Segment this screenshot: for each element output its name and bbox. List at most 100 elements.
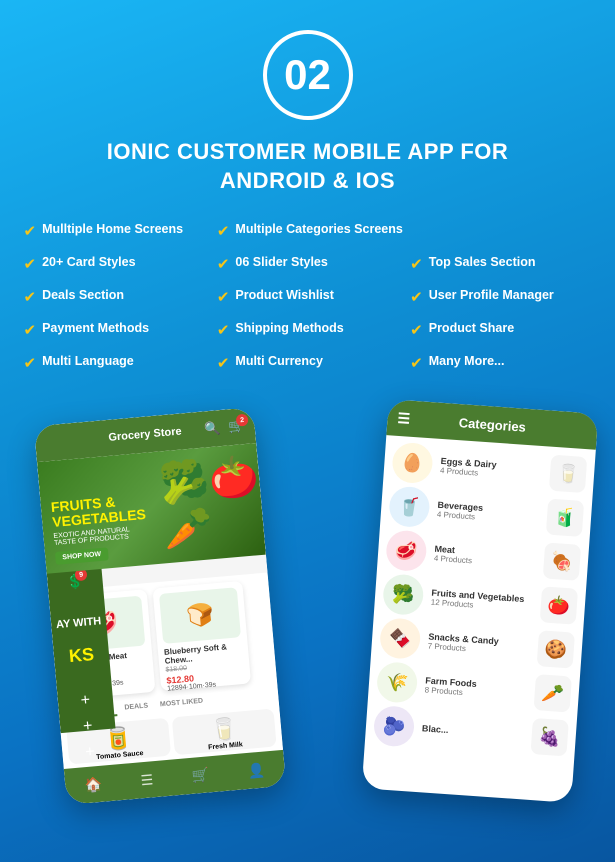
feature-item-11: ✔ Shipping Methods: [211, 316, 404, 343]
gs-banner-text: FRUITS &VEGETABLES EXOTIC AND NATURALTAS…: [40, 483, 160, 573]
badge-number: 02: [284, 51, 331, 99]
feature-text-12: Product Share: [429, 320, 514, 336]
cat-right-farm: 🥕: [534, 674, 572, 712]
check-icon-6: ✔: [410, 255, 423, 273]
cat-img-eggs: 🥚: [391, 442, 434, 485]
feature-item-9: ✔ User Profile Manager: [404, 283, 597, 310]
cat-info-farm: Farm Foods 8 Products: [424, 675, 527, 701]
feature-text-10: Payment Methods: [42, 320, 149, 336]
feature-text-2: Multiple Categories Screens: [235, 221, 402, 237]
feature-text-14: Multi Currency: [235, 353, 323, 369]
feature-text-13: Multi Language: [42, 353, 134, 369]
badge-circle: 02: [263, 30, 353, 120]
cat-img-fv: 🥦: [382, 573, 425, 616]
feature-item-8: ✔ Product Wishlist: [211, 283, 404, 310]
search-icon[interactable]: 🔍: [204, 420, 222, 437]
gs-tab-profile[interactable]: 👤: [247, 761, 266, 779]
cart-icon[interactable]: 🛒2: [228, 418, 246, 435]
feature-text-5: 06 Slider Styles: [235, 254, 327, 270]
check-icon-11: ✔: [217, 321, 230, 339]
gs-banner: 🥦🍅🥕 FRUITS &VEGETABLES EXOTIC AND NATURA…: [37, 443, 266, 573]
feature-item-2: ✔ Multiple Categories Screens: [211, 217, 598, 244]
feature-text-6: Top Sales Section: [429, 254, 536, 270]
feature-item-10: ✔ Payment Methods: [18, 316, 211, 343]
feature-item-14: ✔ Multi Currency: [211, 349, 404, 376]
feature-item-5: ✔ 06 Slider Styles: [211, 250, 404, 277]
check-icon-13: ✔: [24, 354, 37, 372]
feature-item-12: ✔ Product Share: [404, 316, 597, 343]
cat-info-bev: Beverages 4 Products: [437, 500, 540, 526]
cat-right-meat: 🍖: [543, 543, 581, 581]
gs-product-img-2: 🍞: [159, 587, 241, 644]
gs-product-2[interactable]: 🍞 Blueberry Soft & Chew... $18.00 $12.80…: [152, 580, 251, 691]
cat-img-snacks: 🍫: [379, 617, 422, 660]
cat-info-fv: Fruits and Vegetables 12 Products: [431, 587, 534, 613]
gs-header-icons: 🔍 🛒2: [204, 418, 246, 437]
features-grid: ✔ Mulltiple Home Screens ✔ Multiple Cate…: [18, 217, 598, 376]
gs-tab-categories[interactable]: ☰: [140, 771, 154, 789]
cat-img-bev: 🥤: [388, 486, 431, 529]
check-icon-4: ✔: [24, 255, 37, 273]
gs-banner-emoji: 🥦🍅🥕: [157, 443, 266, 563]
cat-item-blac[interactable]: 🫐 Blac... 🍇: [373, 705, 569, 758]
feature-text-7: Deals Section: [42, 287, 124, 303]
cat-img-blac: 🫐: [373, 705, 416, 748]
gs-pay-label: AY WITH: [56, 615, 102, 631]
cat-right-fv: 🍅: [540, 586, 578, 624]
gs-bot-img-1: 🥫: [104, 725, 134, 753]
check-icon-1: ✔: [24, 222, 37, 240]
feature-item-13: ✔ Multi Language: [18, 349, 211, 376]
gs-store-name: Grocery Store: [108, 426, 182, 444]
check-icon-2: ✔: [217, 222, 230, 240]
cat-list: 🥚 Eggs & Dairy 4 Products 🥛 🥤 Beverages …: [364, 435, 596, 767]
cat-title: Categories: [458, 415, 526, 435]
cat-right-eggs: 🥛: [549, 455, 587, 493]
check-icon-9: ✔: [410, 288, 423, 306]
gs-main-area: ☰ 🌐 💲 9 AY WITH KS + +: [37, 443, 283, 769]
feature-item-6: ✔ Top Sales Section: [404, 250, 597, 277]
check-icon-10: ✔: [24, 321, 37, 339]
gs-bot-img-2: 🥛: [209, 716, 239, 744]
gs-plus-2[interactable]: +: [82, 718, 93, 737]
check-icon-15: ✔: [410, 354, 423, 372]
gs-deals-label: DEALS: [120, 700, 153, 716]
gs-plus-1[interactable]: +: [80, 692, 91, 711]
cat-right-bev: 🧃: [546, 499, 584, 537]
cat-info-blac: Blac...: [422, 723, 524, 740]
gs-bot-name-1: Tomato Sauce: [96, 750, 144, 761]
gs-bot-name-2: Fresh Milk: [208, 741, 243, 751]
phone-right: ☰ Categories 🥚 Eggs & Dairy 4 Products 🥛…: [362, 399, 599, 803]
phone-left: Grocery Store 🔍 🛒2 ☰ 🌐: [34, 407, 286, 805]
feature-text-9: User Profile Manager: [429, 287, 554, 303]
feature-text-1: Mulltiple Home Screens: [42, 221, 183, 237]
gs-tab-home[interactable]: 🏠: [84, 775, 103, 793]
feature-text-4: 20+ Card Styles: [42, 254, 135, 270]
feature-item-1: ✔ Mulltiple Home Screens: [18, 217, 211, 244]
cat-img-farm: 🌾: [376, 661, 419, 704]
gs-shop-now-btn[interactable]: SHOP NOW: [55, 547, 109, 565]
check-icon-8: ✔: [217, 288, 230, 306]
cat-info-eggs: Eggs & Dairy 4 Products: [440, 456, 543, 482]
phone-left-inner: Grocery Store 🔍 🛒2 ☰ 🌐: [34, 407, 286, 805]
feature-text-15: Many More...: [429, 353, 505, 369]
gs-tab-cart[interactable]: 🛒: [191, 766, 210, 784]
gs-ks-label: KS: [68, 644, 95, 667]
cat-name-blac: Blac...: [422, 723, 524, 740]
feature-text-11: Shipping Methods: [235, 320, 343, 336]
gs-plus-3[interactable]: +: [85, 743, 96, 762]
feature-item-15: ✔ Many More...: [404, 349, 597, 376]
phones-area: Grocery Store 🔍 🛒2 ☰ 🌐: [0, 396, 615, 816]
check-icon-5: ✔: [217, 255, 230, 273]
check-icon-12: ✔: [410, 321, 423, 339]
main-title: IONIC CUSTOMER MOBILE APP FOR ANDROID & …: [107, 138, 509, 195]
cat-right-blac: 🍇: [530, 718, 568, 756]
cat-menu-icon[interactable]: ☰: [397, 410, 411, 428]
cat-info-meat: Meat 4 Products: [434, 543, 537, 569]
feature-item-7: ✔ Deals Section: [18, 283, 211, 310]
gs-dollar-icon[interactable]: 💲 9: [66, 573, 85, 592]
feature-text-8: Product Wishlist: [235, 287, 334, 303]
gs-bot-product-2[interactable]: 🥛 Fresh Milk: [172, 709, 277, 756]
cat-info-snacks: Snacks & Candy 7 Products: [427, 631, 530, 657]
check-icon-14: ✔: [217, 354, 230, 372]
cat-right-snacks: 🍪: [537, 630, 575, 668]
